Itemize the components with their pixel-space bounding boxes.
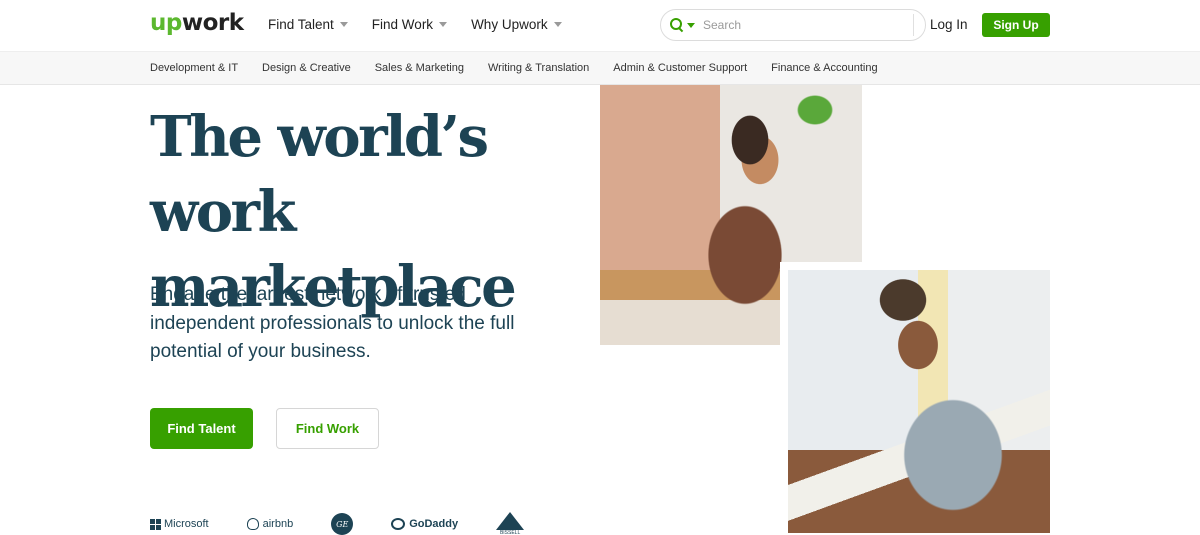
nav-find-talent-label: Find Talent <box>268 17 334 32</box>
search-icon[interactable] <box>670 18 684 32</box>
category-bar: Development & IT Design & Creative Sales… <box>0 51 1200 85</box>
signup-button[interactable]: Sign Up <box>982 13 1050 37</box>
category-development-it[interactable]: Development & IT <box>150 62 238 74</box>
godaddy-icon <box>391 518 406 530</box>
search-bar <box>660 9 926 41</box>
nav-why-upwork[interactable]: Why Upwork <box>471 17 562 32</box>
find-work-button[interactable]: Find Work <box>276 408 379 449</box>
top-header: upwork Find Talent Find Work Why Upwork … <box>0 0 1200 51</box>
bissell-label: BISSELL <box>499 530 521 535</box>
hero-photo-man <box>788 270 1050 533</box>
main-nav: Find Talent Find Work Why Upwork <box>268 17 586 32</box>
microsoft-label: Microsoft <box>164 518 209 530</box>
airbnb-icon <box>246 518 259 530</box>
category-writing-translation[interactable]: Writing & Translation <box>488 62 589 74</box>
category-admin-support[interactable]: Admin & Customer Support <box>613 62 747 74</box>
category-finance-accounting[interactable]: Finance & Accounting <box>771 62 877 74</box>
category-list: Development & IT Design & Creative Sales… <box>150 62 902 74</box>
airbnb-label: airbnb <box>262 518 294 530</box>
logo-work: work <box>181 10 244 36</box>
chevron-down-icon <box>439 22 448 27</box>
microsoft-logo: Microsoft <box>150 518 209 530</box>
category-sales-marketing[interactable]: Sales & Marketing <box>375 62 464 74</box>
upwork-logo[interactable]: upwork <box>150 10 244 36</box>
chevron-down-icon <box>339 22 348 27</box>
search-type-dropdown-icon[interactable] <box>687 22 695 28</box>
nav-why-upwork-label: Why Upwork <box>471 17 548 32</box>
bissell-logo: BISSELL <box>496 512 525 535</box>
nav-find-talent[interactable]: Find Talent <box>268 17 348 32</box>
trusted-by-logos: Microsoft airbnb GE GoDaddy BISSELL <box>150 512 562 535</box>
ge-icon: GE <box>331 513 354 535</box>
chevron-down-icon <box>553 22 562 27</box>
ge-logo: GE <box>331 513 354 535</box>
logo-up: up <box>150 10 182 36</box>
search-input[interactable] <box>703 18 903 32</box>
header-divider <box>913 14 914 36</box>
nav-find-work[interactable]: Find Work <box>371 17 448 32</box>
login-link[interactable]: Log In <box>930 17 968 32</box>
find-talent-button[interactable]: Find Talent <box>150 408 253 449</box>
godaddy-label: GoDaddy <box>409 518 459 530</box>
godaddy-logo: GoDaddy <box>391 518 458 530</box>
hero-subtitle: Engage the largest network of trusted in… <box>150 284 515 362</box>
airbnb-logo: airbnb <box>246 518 294 530</box>
nav-find-work-label: Find Work <box>371 17 434 32</box>
microsoft-icon <box>150 518 161 530</box>
bissell-icon <box>496 512 525 530</box>
category-design-creative[interactable]: Design & Creative <box>262 62 351 74</box>
